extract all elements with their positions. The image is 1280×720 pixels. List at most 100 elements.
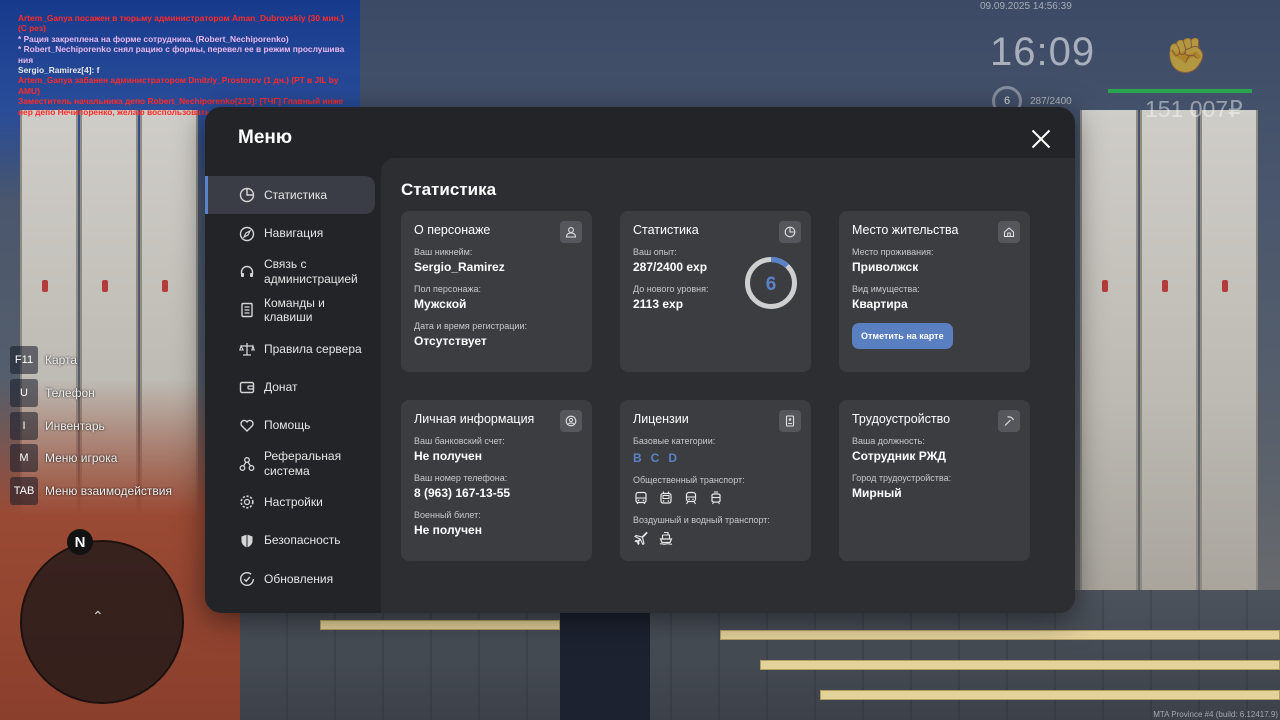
mark-on-map-button[interactable]: Отметить на карте [852, 323, 953, 349]
bench [760, 660, 1280, 670]
sidebar-item-security[interactable]: Безопасность [205, 522, 381, 560]
bench [720, 630, 1280, 640]
employment-city-value: Мирный [852, 486, 902, 500]
nickname-value: Sergio_Ramirez [414, 260, 505, 274]
employment-card: Трудоустройство Ваша должность: Сотрудни… [839, 400, 1030, 561]
gear-icon [238, 493, 256, 511]
residence-place-value: Приволжск [852, 260, 919, 274]
locker [1200, 110, 1258, 590]
hotkey-phone[interactable]: U Телефон [10, 377, 172, 410]
hotkey-player-menu[interactable]: M Меню игрока [10, 442, 172, 475]
phone-value: 8 (963) 167-13-55 [414, 486, 511, 500]
sidebar-item-settings[interactable]: Настройки [205, 483, 381, 521]
military-label: Военный билет: [414, 510, 481, 520]
hotkey-label: Инвентарь [45, 418, 105, 433]
license-category-c: C [650, 451, 660, 465]
pie-chart-icon [779, 221, 801, 243]
home-icon [998, 221, 1020, 243]
license-icon [779, 410, 801, 432]
sidebar-item-support[interactable]: Связь с администрацией [205, 253, 381, 291]
chat-line: Sergio_Ramirez[4]: f [18, 65, 100, 76]
card-title: Место жительства [852, 223, 959, 237]
property-value: Квартира [852, 297, 908, 311]
registration-value: Отсутствует [414, 334, 487, 348]
sidebar-item-label: Правила сервера [264, 341, 362, 356]
hotkey-key: I [10, 411, 38, 440]
chat-line: Artem_Ganya посажен в тюрьму администрат… [18, 13, 344, 34]
shield-icon [238, 532, 256, 550]
bank-value: Не получен [414, 449, 482, 463]
statistics-panel: Статистика О персонаже Ваш никнейм: Serg… [381, 158, 1075, 613]
public-transport-label: Общественный транспорт: [633, 475, 745, 485]
chat-line: Artem_Ganya забанен администратором Dmit… [18, 75, 339, 96]
fist-icon: ✊ [1165, 37, 1208, 75]
sidebar-item-navigation[interactable]: Навигация [205, 214, 381, 252]
level-ring: 6 [745, 257, 797, 309]
bank-label: Ваш банковский счет: [414, 436, 505, 446]
stats-card: Статистика Ваш опыт: 287/2400 exp До нов… [620, 211, 811, 372]
sidebar-item-donate[interactable]: Донат [205, 368, 381, 406]
wallet-icon [238, 378, 256, 396]
sidebar-item-label: Реферальная система [264, 449, 342, 478]
chat-log: Artem_Ganya посажен в тюрьму администрат… [18, 13, 348, 117]
sidebar-item-referral[interactable]: Реферальная система [205, 445, 381, 483]
gender-value: Мужской [414, 297, 467, 311]
nickname-label: Ваш никнейм: [414, 247, 473, 257]
base-categories-label: Базовые категории: [633, 436, 716, 446]
hotkey-key: F11 [10, 346, 38, 375]
hotkey-map[interactable]: F11 Карта [10, 344, 172, 377]
menu-sidebar: Статистика Навигация Связь с администрац… [205, 176, 381, 598]
sidebar-item-label: Обновления [264, 571, 334, 586]
headset-icon [238, 263, 256, 281]
bench [320, 620, 560, 630]
position-value: Сотрудник РЖД [852, 449, 946, 463]
build-info: MTA Province #4 (build: 6.12417.9) [1153, 710, 1278, 719]
sidebar-item-updates[interactable]: Обновления [205, 560, 381, 598]
military-value: Не получен [414, 523, 482, 537]
user-icon [560, 221, 582, 243]
compass-icon [238, 225, 256, 243]
hotkey-label: Телефон [45, 386, 95, 401]
hotkey-inventory[interactable]: I Инвентарь [10, 409, 172, 442]
sidebar-item-label: Помощь [264, 418, 311, 433]
license-categories: B C D [633, 451, 798, 465]
player-arrow-icon: ⌃ [92, 608, 104, 624]
licenses-card: Лицензии Базовые категории: B C D Общест… [620, 400, 811, 561]
sidebar-item-statistics[interactable]: Статистика [205, 176, 375, 215]
sidebar-item-rules[interactable]: Правила сервера [205, 330, 381, 368]
scales-icon [238, 340, 256, 358]
card-title: О персонаже [414, 223, 491, 237]
sidebar-item-commands[interactable]: Команды и клавиши [205, 291, 381, 329]
chat-line: * Рация закреплена на форме сотрудника. … [18, 33, 289, 44]
license-category-b: B [633, 451, 642, 465]
card-title: Лицензии [633, 412, 689, 426]
phone-label: Ваш номер телефона: [414, 473, 508, 483]
hotkey-list: F11 Карта U Телефон I Инвентарь M Меню и… [10, 344, 172, 507]
character-card: О персонаже Ваш никнейм: Sergio_Ramirez … [401, 211, 592, 372]
close-button[interactable] [1029, 127, 1053, 151]
position-label: Ваша должность: [852, 436, 925, 446]
license-category-d: D [668, 451, 678, 465]
sidebar-item-label: Настройки [264, 495, 323, 510]
hotkey-label: Меню взаимодействия [45, 484, 172, 499]
pie-chart-icon [238, 186, 256, 204]
hud-exp: 287/2400 [1030, 96, 1072, 107]
id-icon [560, 410, 582, 432]
sidebar-item-help[interactable]: Помощь [205, 406, 381, 444]
heart-hands-icon [238, 417, 256, 435]
update-icon [238, 570, 256, 588]
bus-icon [633, 490, 648, 505]
card-title: Трудоустройство [852, 412, 951, 426]
hotkey-label: Меню игрока [45, 451, 118, 466]
network-icon [238, 455, 256, 473]
hotkey-interaction-menu[interactable]: TAB Меню взаимодействия [10, 475, 172, 508]
locker [1080, 110, 1138, 590]
property-label: Вид имущества: [852, 284, 920, 294]
bench [820, 690, 1280, 700]
residence-place-label: Место проживания: [852, 247, 934, 257]
server-datetime: 09.09.2025 14:56:39 [980, 1, 1072, 12]
sidebar-item-label: Навигация [264, 226, 324, 241]
hotkey-key: U [10, 379, 38, 408]
residence-card: Место жительства Место проживания: Приво… [839, 211, 1030, 372]
hotkey-label: Карта [45, 353, 78, 368]
